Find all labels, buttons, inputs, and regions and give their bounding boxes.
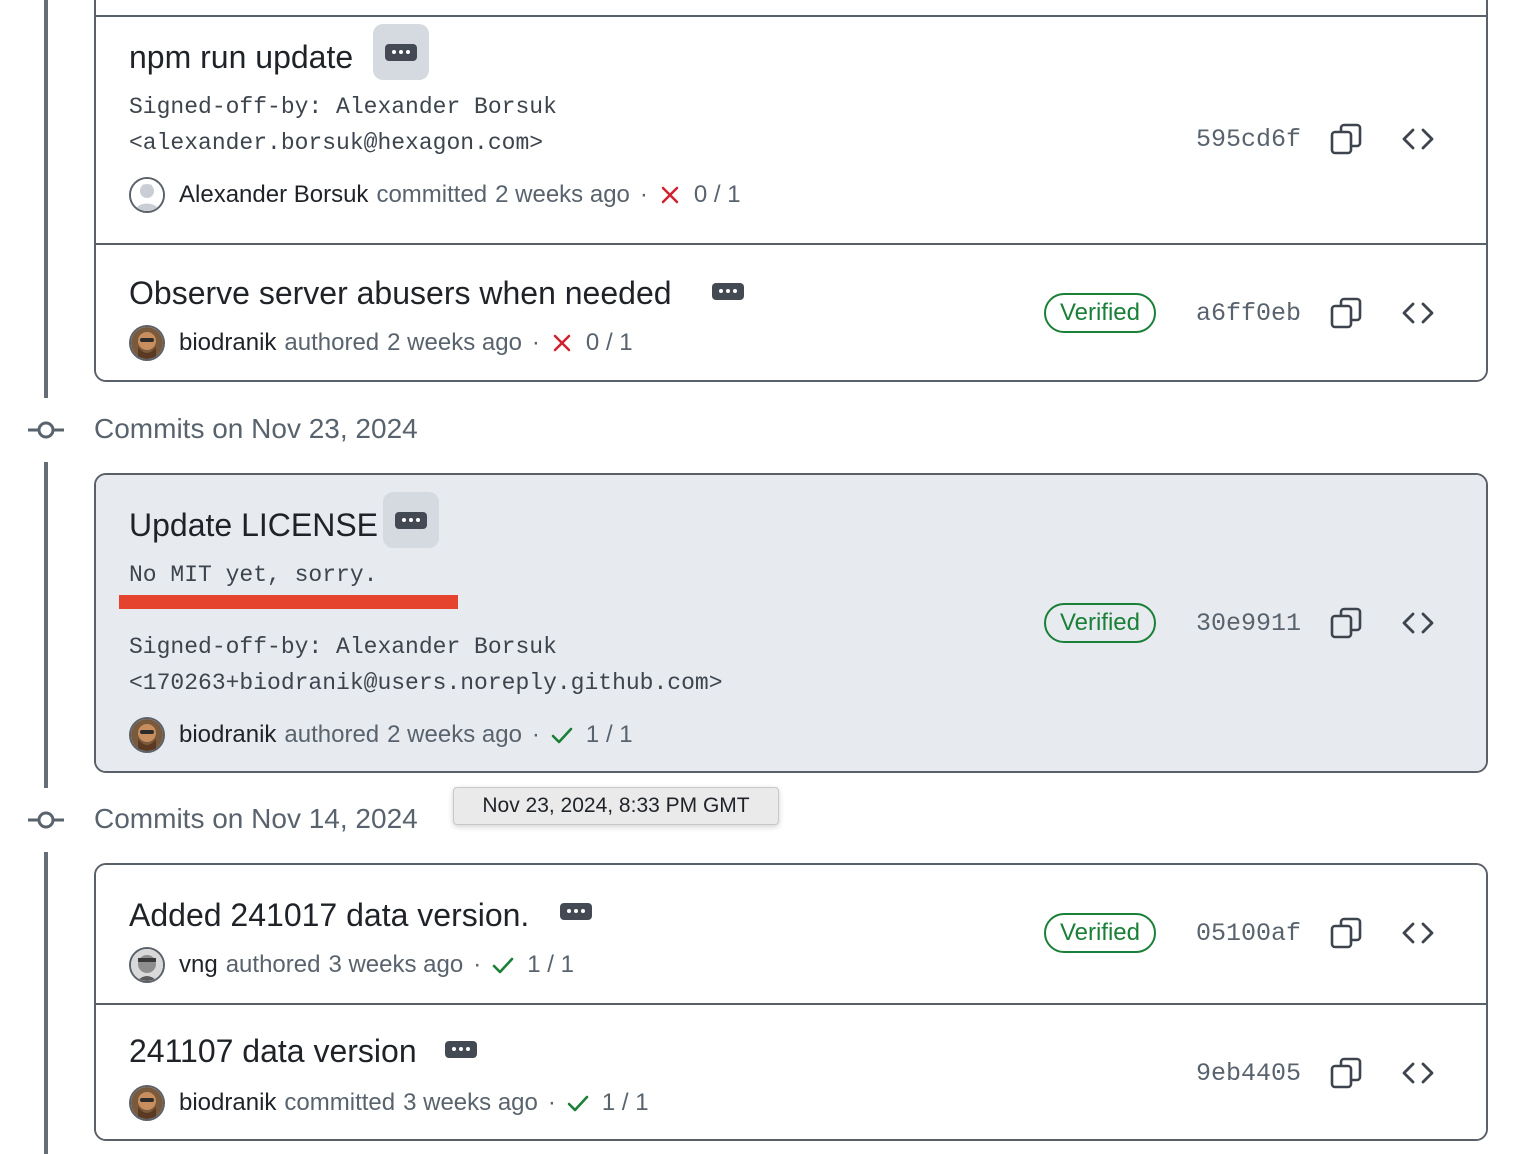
commit-meta: Alexander Borsuk committed 2 weeks ago ·…: [129, 177, 741, 213]
checks-count[interactable]: 1 / 1: [586, 721, 633, 749]
commit-sha-link[interactable]: 05100af: [1196, 919, 1301, 948]
relative-time[interactable]: 2 weeks ago: [387, 721, 522, 749]
expand-message-button[interactable]: [443, 1037, 479, 1061]
annotation-underline: [119, 595, 458, 609]
commit-title-link[interactable]: 241107 data version: [129, 1031, 417, 1071]
code-browse-icon[interactable]: [1400, 121, 1436, 157]
commit-group: npm run update Signed-off-by: Alexander …: [94, 0, 1488, 382]
expand-message-button[interactable]: [558, 899, 594, 923]
user-avatar-icon[interactable]: [129, 1085, 165, 1121]
verified-badge[interactable]: Verified: [1043, 913, 1156, 953]
git-commit-icon: [28, 420, 64, 440]
timeline-line: [44, 0, 48, 398]
previous-commit-row-edge: [96, 0, 1486, 17]
relative-time[interactable]: 3 weeks ago: [403, 1089, 538, 1117]
check-icon[interactable]: [491, 953, 515, 977]
commit-row: Added 241017 data version. vng authored …: [96, 865, 1486, 1003]
git-commit-icon: [28, 810, 64, 830]
copy-icon[interactable]: [1328, 605, 1364, 641]
commit-group: Update LICENSE No MIT yet, sorry. Signed…: [94, 473, 1488, 773]
relative-time[interactable]: 2 weeks ago: [495, 181, 630, 209]
commit-meta: biodranik authored 2 weeks ago · 0 / 1: [129, 325, 633, 361]
ellipsis-icon: [395, 511, 427, 529]
timestamp-tooltip: Nov 23, 2024, 8:33 PM GMT: [453, 787, 779, 825]
commit-title-link[interactable]: Added 241017 data version.: [129, 895, 529, 935]
commit-actions: 595cd6f: [1196, 119, 1486, 159]
ellipsis-icon: [445, 1040, 477, 1058]
code-browse-icon[interactable]: [1400, 605, 1436, 641]
copy-icon[interactable]: [1328, 1055, 1364, 1091]
commits-date-heading: Commits on Nov 14, 2024: [94, 803, 418, 834]
relative-time[interactable]: 2 weeks ago: [387, 329, 522, 357]
commit-meta: vng authored 3 weeks ago · 1 / 1: [129, 947, 574, 983]
check-icon[interactable]: [566, 1091, 590, 1115]
author-link[interactable]: biodranik: [179, 1089, 276, 1117]
relative-time[interactable]: 3 weeks ago: [328, 951, 463, 979]
checks-count[interactable]: 0 / 1: [586, 329, 633, 357]
commit-action: authored: [284, 329, 380, 356]
separator: ·: [547, 1089, 556, 1116]
commit-message-body: Signed-off-by: Alexander Borsuk <alexand…: [129, 94, 557, 156]
ellipsis-icon: [712, 282, 744, 300]
checks-count[interactable]: 1 / 1: [602, 1089, 649, 1117]
copy-icon[interactable]: [1328, 915, 1364, 951]
user-avatar-icon[interactable]: [129, 325, 165, 361]
checks-count[interactable]: 0 / 1: [694, 181, 741, 209]
commit-message-body: No MIT yet, sorry.: [129, 562, 378, 588]
expand-message-button[interactable]: [373, 24, 429, 80]
commit-action: authored: [225, 951, 321, 978]
code-browse-icon[interactable]: [1400, 1055, 1436, 1091]
commit-actions: Verified 05100af: [1043, 913, 1486, 953]
x-icon[interactable]: [658, 183, 682, 207]
github-default-avatar-icon[interactable]: [129, 177, 165, 213]
commit-row: 241107 data version biodranik committed …: [96, 1003, 1486, 1139]
code-browse-icon[interactable]: [1400, 915, 1436, 951]
commit-signoff: Signed-off-by: Alexander Borsuk <170263+…: [129, 634, 723, 696]
commits-date-heading: Commits on Nov 23, 2024: [94, 413, 418, 444]
commit-row: Update LICENSE No MIT yet, sorry. Signed…: [96, 475, 1486, 771]
author-link[interactable]: Alexander Borsuk: [179, 181, 368, 209]
copy-icon[interactable]: [1328, 295, 1364, 331]
expand-message-button[interactable]: [710, 279, 746, 303]
commit-meta: biodranik committed 3 weeks ago · 1 / 1: [129, 1085, 649, 1121]
expand-message-button[interactable]: [383, 492, 439, 548]
timeline-line: [44, 852, 48, 1154]
commit-actions: 9eb4405: [1196, 1053, 1486, 1093]
separator: ·: [531, 721, 540, 748]
user-avatar-icon[interactable]: [129, 717, 165, 753]
ellipsis-icon: [385, 43, 417, 61]
author-link[interactable]: vng: [179, 951, 218, 979]
commit-sha-link[interactable]: 30e9911: [1196, 609, 1301, 638]
ellipsis-icon: [560, 902, 592, 920]
commit-group: Added 241017 data version. vng authored …: [94, 863, 1488, 1141]
commit-meta: biodranik authored 2 weeks ago · 1 / 1: [129, 717, 633, 753]
commit-title-link[interactable]: Observe server abusers when needed: [129, 273, 672, 313]
commit-sha-link[interactable]: 9eb4405: [1196, 1059, 1301, 1088]
code-browse-icon[interactable]: [1400, 295, 1436, 331]
commit-row: npm run update Signed-off-by: Alexander …: [96, 17, 1486, 243]
commit-sha-link[interactable]: a6ff0eb: [1196, 299, 1301, 328]
author-link[interactable]: biodranik: [179, 329, 276, 357]
commit-sha-link[interactable]: 595cd6f: [1196, 125, 1301, 154]
separator: ·: [639, 181, 648, 208]
check-icon[interactable]: [550, 723, 574, 747]
commit-title-link[interactable]: npm run update: [129, 37, 353, 77]
commit-action: committed: [376, 181, 488, 208]
commit-actions: Verified 30e9911: [1043, 603, 1486, 643]
commit-title-link[interactable]: Update LICENSE: [129, 505, 378, 545]
commit-action: authored: [284, 721, 380, 748]
verified-badge[interactable]: Verified: [1043, 603, 1156, 643]
separator: ·: [531, 329, 540, 356]
commit-action: committed: [284, 1089, 396, 1116]
user-avatar-icon[interactable]: [129, 947, 165, 983]
copy-icon[interactable]: [1328, 121, 1364, 157]
verified-badge[interactable]: Verified: [1043, 293, 1156, 333]
commit-row: Observe server abusers when needed biodr…: [96, 243, 1486, 380]
author-link[interactable]: biodranik: [179, 721, 276, 749]
x-icon[interactable]: [550, 331, 574, 355]
separator: ·: [473, 951, 482, 978]
commit-actions: Verified a6ff0eb: [1043, 293, 1486, 333]
timeline-line: [44, 462, 48, 788]
checks-count[interactable]: 1 / 1: [527, 951, 574, 979]
